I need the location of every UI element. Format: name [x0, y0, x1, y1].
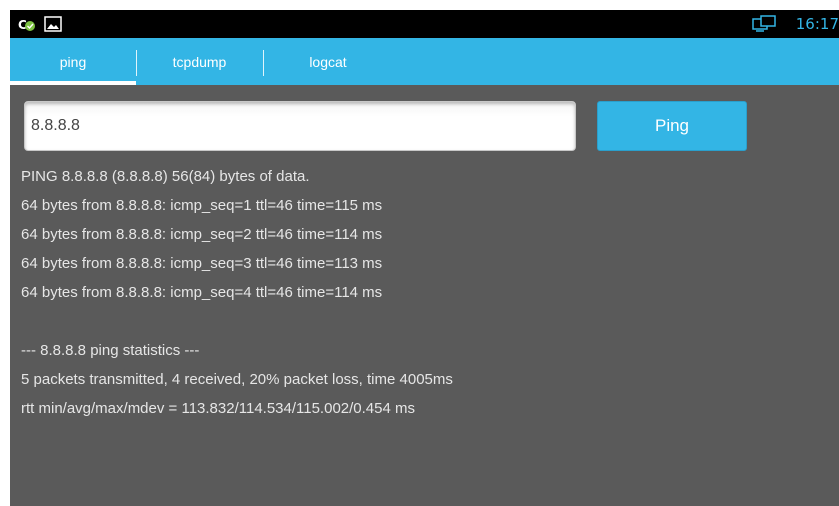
- output-line: 64 bytes from 8.8.8.8: icmp_seq=2 ttl=46…: [21, 226, 383, 243]
- status-bar: C 16:17: [10, 10, 839, 38]
- output-line: 64 bytes from 8.8.8.8: icmp_seq=3 ttl=46…: [21, 255, 383, 272]
- ping-button[interactable]: Ping: [597, 101, 747, 151]
- app-screen: C 16:17 ping tcpdump logcat 8.8.8.8 Ping…: [10, 10, 839, 506]
- clean-icon: C: [18, 15, 36, 33]
- output-line: --- 8.8.8.8 ping statistics ---: [21, 342, 200, 359]
- tab-bar: ping tcpdump logcat: [10, 38, 839, 85]
- tab-logcat[interactable]: logcat: [263, 38, 393, 85]
- host-input[interactable]: [24, 101, 576, 151]
- output-line: PING 8.8.8.8 (8.8.8.8) 56(84) bytes of d…: [21, 168, 310, 185]
- output-line: rtt min/avg/max/mdev = 113.832/114.534/1…: [21, 400, 415, 417]
- output-line: 5 packets transmitted, 4 received, 20% p…: [21, 371, 453, 388]
- tab-tcpdump[interactable]: tcpdump: [136, 38, 263, 85]
- tab-ping[interactable]: ping: [10, 38, 136, 85]
- tab-selected-indicator: [10, 81, 136, 85]
- monitor-icon: [752, 15, 778, 33]
- ping-output: PING 8.8.8.8 (8.8.8.8) 56(84) bytes of d…: [21, 162, 821, 423]
- output-line: 64 bytes from 8.8.8.8: icmp_seq=4 ttl=46…: [21, 284, 383, 301]
- status-clock: 16:17: [795, 15, 839, 33]
- output-line: 64 bytes from 8.8.8.8: icmp_seq=1 ttl=46…: [21, 197, 383, 214]
- picture-icon: [44, 16, 62, 32]
